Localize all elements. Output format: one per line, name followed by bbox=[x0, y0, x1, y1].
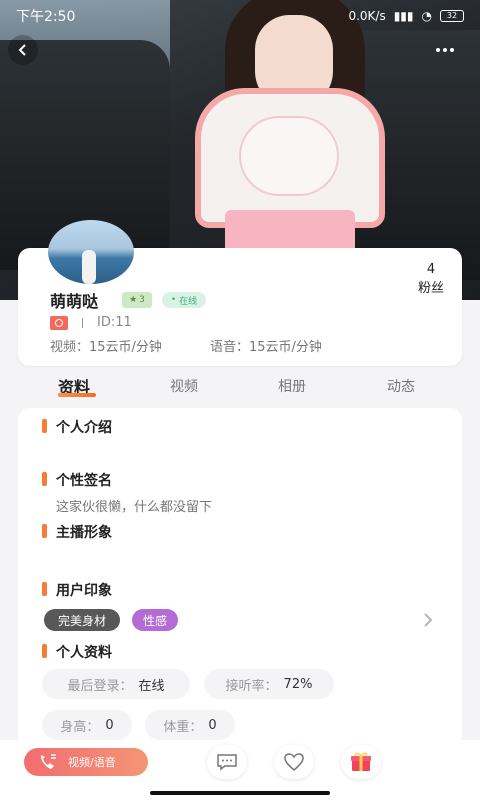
more-dots-icon bbox=[436, 48, 454, 52]
avatar[interactable] bbox=[48, 220, 134, 284]
tab-album[interactable]: 相册 bbox=[278, 376, 306, 396]
section-marker bbox=[42, 524, 47, 538]
video-price: 视频：15云币/分钟 bbox=[50, 340, 162, 355]
voice-price: 语音：15云币/分钟 bbox=[210, 340, 322, 355]
heart-icon bbox=[284, 753, 304, 771]
tab-video[interactable]: 视频 bbox=[170, 376, 198, 396]
tab-bar: 资料 视频 相册 动态 bbox=[0, 372, 480, 402]
weight-pill: 体重： 0 bbox=[145, 710, 235, 740]
video-voice-call-button[interactable]: 视频/语音 bbox=[24, 748, 148, 776]
info-title: 个人资料 bbox=[56, 645, 112, 661]
back-button[interactable] bbox=[8, 35, 38, 65]
gift-icon bbox=[351, 752, 371, 771]
intro-title: 个人介绍 bbox=[56, 420, 112, 436]
impression-tag: 完美身材 bbox=[44, 609, 120, 631]
follow-button[interactable] bbox=[274, 745, 314, 779]
level-value: 3 bbox=[139, 295, 145, 305]
level-badge: ★ 3 bbox=[122, 292, 152, 308]
last-login-pill: 最后登录： 在线 bbox=[42, 669, 190, 699]
height-label: 身高： bbox=[60, 719, 100, 735]
gift-button[interactable] bbox=[341, 745, 381, 779]
answer-rate-value: 72% bbox=[283, 676, 313, 692]
last-login-value: 在线 bbox=[138, 678, 165, 694]
signature-title: 个性签名 bbox=[56, 473, 112, 489]
back-arrow-icon bbox=[18, 44, 26, 56]
status-time: 下午2:50 bbox=[16, 9, 76, 25]
height-pill: 身高： 0 bbox=[42, 710, 132, 740]
tab-moments[interactable]: 动态 bbox=[387, 376, 415, 396]
fans-count: 4 bbox=[426, 262, 436, 277]
weight-value: 0 bbox=[208, 717, 217, 733]
user-id: ID:11 bbox=[97, 315, 132, 330]
signature-text: 这家伙很懒，什么都没留下 bbox=[56, 500, 213, 515]
net-speed: 0.0K/s bbox=[348, 9, 386, 23]
status-bar: 下午2:50 0.0K/s ▮▮▮ ◔ 32 bbox=[0, 0, 480, 32]
shirt-print bbox=[239, 116, 339, 196]
fans-label: 粉丝 bbox=[417, 281, 444, 296]
impression-title: 用户印象 bbox=[56, 583, 112, 599]
wifi-icon: ◔ bbox=[421, 9, 432, 23]
divider bbox=[82, 318, 83, 328]
avatar-figure bbox=[82, 250, 96, 284]
phone-icon bbox=[40, 754, 56, 769]
tag-icon bbox=[50, 316, 68, 330]
height-value: 0 bbox=[105, 717, 114, 733]
signal-icon: ▮▮▮ bbox=[393, 9, 414, 23]
chat-icon bbox=[217, 754, 237, 771]
status-icons: 0.0K/s ▮▮▮ ◔ 32 bbox=[348, 9, 464, 23]
profile-screen: 下午2:50 0.0K/s ▮▮▮ ◔ 32 萌萌哒 ★ 3 • 在线 4 粉丝… bbox=[0, 0, 480, 800]
image-title: 主播形象 bbox=[56, 525, 112, 541]
profile-name: 萌萌哒 bbox=[50, 292, 99, 311]
online-badge: • 在线 bbox=[162, 292, 206, 308]
section-marker bbox=[42, 644, 47, 658]
chevron-right-icon[interactable] bbox=[420, 610, 436, 630]
weight-label: 体重： bbox=[163, 719, 203, 735]
answer-rate-pill: 接听率： 72% bbox=[204, 669, 334, 699]
answer-rate-label: 接听率： bbox=[225, 678, 278, 694]
tab-active-indicator bbox=[58, 393, 96, 397]
call-button-label: 视频/语音 bbox=[68, 756, 116, 769]
home-indicator[interactable] bbox=[150, 791, 330, 795]
online-label: 在线 bbox=[179, 296, 198, 307]
star-icon: ★ bbox=[129, 295, 138, 305]
chat-button[interactable] bbox=[207, 745, 247, 779]
section-marker bbox=[42, 419, 47, 433]
last-login-label: 最后登录： bbox=[67, 678, 133, 694]
battery-icon: 32 bbox=[440, 10, 464, 22]
online-dot: • bbox=[170, 295, 180, 305]
section-marker bbox=[42, 582, 47, 596]
more-button[interactable] bbox=[430, 35, 460, 65]
photo-shirt bbox=[195, 88, 385, 228]
impression-tag: 性感 bbox=[132, 609, 178, 631]
fans-stat[interactable]: 4 粉丝 bbox=[418, 262, 444, 296]
section-marker bbox=[42, 472, 47, 486]
